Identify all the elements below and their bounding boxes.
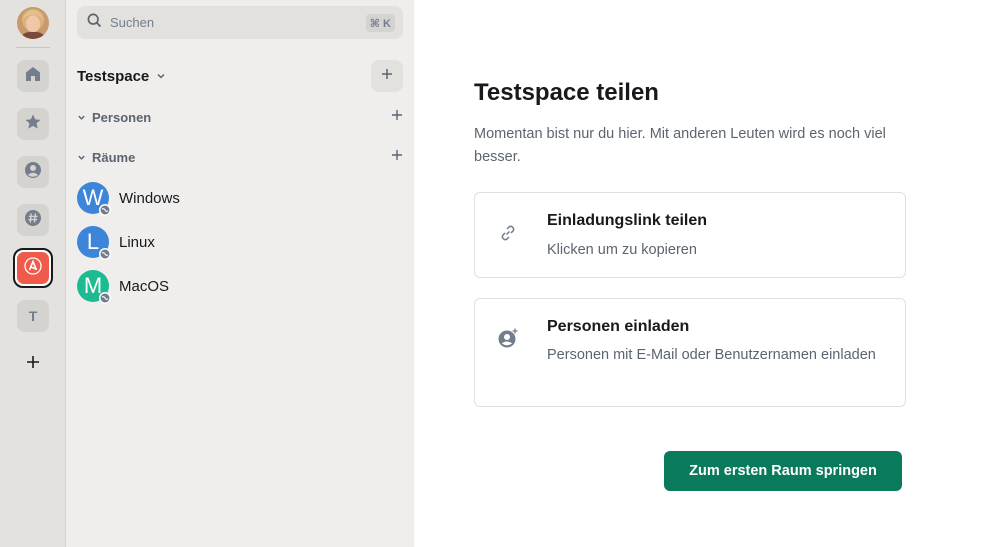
chevron-down-icon [77,110,86,125]
jump-to-first-room-button[interactable]: Zum ersten Raum springen [664,451,902,491]
rooms-button[interactable] [17,204,49,236]
search-placeholder: Suchen [110,15,155,30]
plus-icon[interactable] [391,149,403,164]
public-room-icon [99,292,111,304]
space-letter: T [28,308,38,324]
link-icon [497,222,519,244]
space-name: Testspace [77,67,150,85]
invite-person-icon [497,327,519,349]
invite-people-card[interactable]: Personen einladen Personen mit E-Mail od… [474,298,906,407]
hashtag-icon [24,209,42,232]
plus-icon [381,67,393,85]
section-rooms[interactable]: Räume [77,147,403,167]
card-description: Klicken um zu kopieren [547,242,697,258]
space-add-button[interactable] [371,60,403,92]
create-space-button[interactable] [17,348,49,380]
plus-icon[interactable] [391,109,403,124]
space-logo-icon [24,256,42,280]
search-icon [87,13,102,33]
room-item-macos[interactable]: M MacOS [77,269,403,304]
section-label: Räume [92,149,136,165]
star-icon [24,113,42,136]
space-name-dropdown[interactable]: Testspace [77,66,166,86]
person-icon [24,161,42,184]
main-content: Testspace teilen Momentan bist nur du hi… [414,0,988,547]
home-button[interactable] [17,60,49,92]
chevron-down-icon [156,68,166,85]
room-list-panel: Suchen ⌘ K Testspace Personen Räume W Wi… [66,0,414,547]
rail-divider [16,47,50,48]
public-room-icon [99,204,111,216]
space-button-t[interactable]: T [17,300,49,332]
room-avatar: L [77,226,111,260]
card-description: Personen mit E-Mail oder Benutzernamen e… [547,347,876,363]
invite-link-card[interactable]: Einladungslink teilen Klicken um zu kopi… [474,192,906,278]
section-people[interactable]: Personen [77,107,403,127]
people-button[interactable] [17,156,49,188]
room-name: Linux [119,233,155,251]
user-avatar[interactable] [17,7,49,39]
card-title: Einladungslink teilen [547,212,708,229]
public-room-icon [99,248,111,260]
room-name: MacOS [119,277,170,295]
page-subtitle: Momentan bist nur du hier. Mit anderen L… [474,126,886,165]
search-field[interactable]: Suchen ⌘ K [77,6,403,39]
space-button-active[interactable] [13,248,53,288]
plus-icon [26,355,40,374]
favourites-button[interactable] [17,108,49,140]
page-title: Testspace teilen [474,79,659,106]
room-item-linux[interactable]: L Linux [77,225,403,260]
space-avatar [17,252,49,284]
home-icon [24,65,42,88]
section-label: Personen [92,109,152,125]
room-avatar: M [77,270,111,304]
card-title: Personen einladen [547,318,690,335]
search-shortcut: ⌘ K [365,14,395,32]
chevron-down-icon [77,150,86,165]
room-item-windows[interactable]: W Windows [77,181,403,216]
room-name: Windows [119,189,180,207]
room-avatar: W [77,182,111,216]
space-rail: T [0,0,66,547]
room-initial: L [86,229,100,254]
